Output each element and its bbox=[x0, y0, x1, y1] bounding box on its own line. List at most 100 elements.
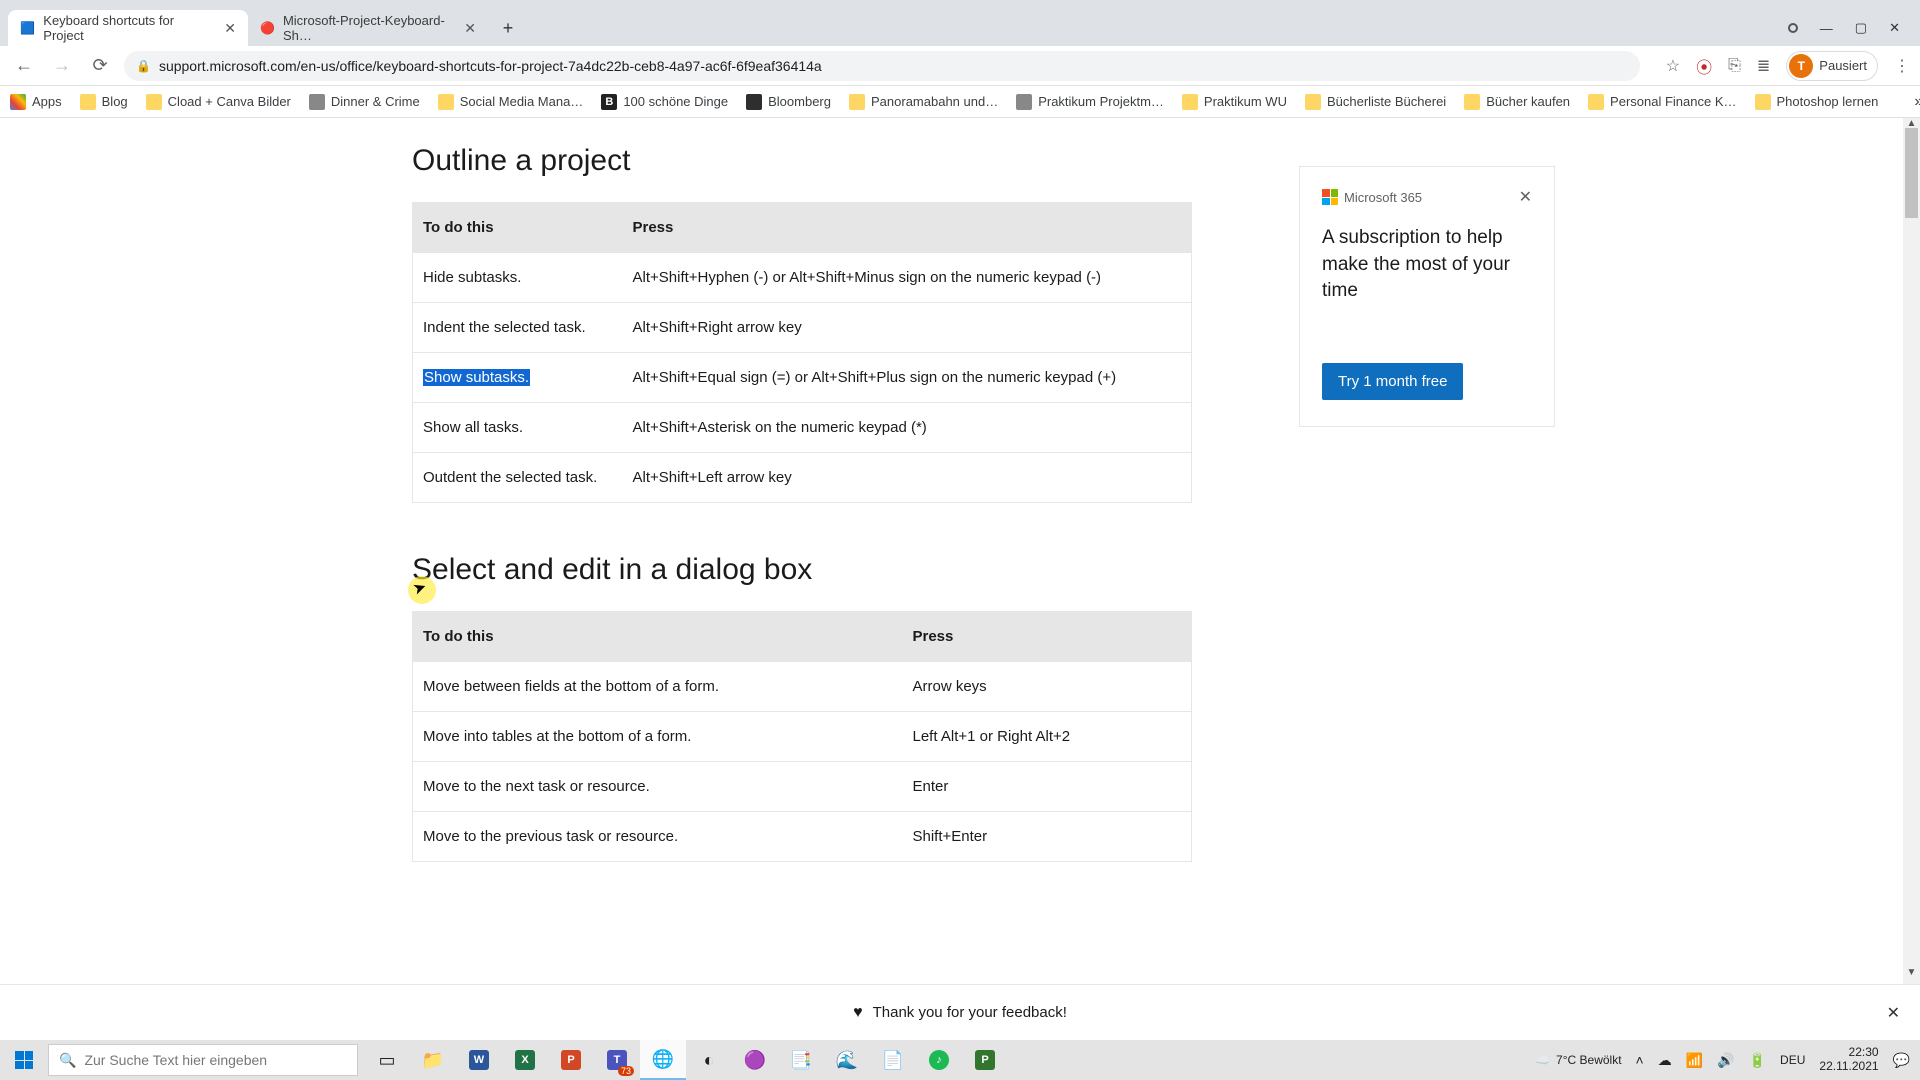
nav-back-button[interactable]: ← bbox=[10, 52, 38, 80]
bookmark-item[interactable]: Bücher kaufen bbox=[1464, 94, 1570, 110]
bookmark-item[interactable]: B100 schöne Dinge bbox=[601, 94, 728, 110]
bookmark-star-icon[interactable]: ☆ bbox=[1666, 56, 1680, 76]
bookmark-item[interactable]: Panoramabahn und… bbox=[849, 94, 998, 110]
bookmark-item[interactable]: Praktikum Projektm… bbox=[1016, 94, 1164, 110]
kebab-menu-icon[interactable]: ⋮ bbox=[1894, 56, 1910, 76]
bookmark-apps[interactable]: Apps bbox=[10, 94, 62, 110]
window-minimize-icon[interactable]: — bbox=[1820, 21, 1833, 36]
scroll-down-icon[interactable]: ▼ bbox=[1903, 967, 1920, 984]
battery-icon[interactable]: 🔋 bbox=[1749, 1052, 1766, 1069]
bookmark-item[interactable]: Blog bbox=[80, 94, 128, 110]
volume-icon[interactable]: 🔊 bbox=[1717, 1052, 1734, 1069]
scrollbar-thumb[interactable] bbox=[1905, 128, 1918, 218]
nav-forward-button[interactable]: → bbox=[48, 52, 76, 80]
extension-adblock-icon[interactable]: ⦿ bbox=[1696, 54, 1712, 78]
bookmarks-overflow-icon[interactable]: » bbox=[1914, 93, 1920, 111]
feedback-close-icon[interactable]: ✕ bbox=[1887, 1003, 1900, 1023]
promo-close-icon[interactable]: ✕ bbox=[1519, 187, 1532, 207]
bookmark-label: Cload + Canva Bilder bbox=[168, 94, 291, 109]
browser-tabstrip: 🟦 Keyboard shortcuts for Project ✕ 🔴 Mic… bbox=[0, 0, 1920, 46]
windows-logo-icon bbox=[15, 1051, 33, 1069]
new-tab-button[interactable]: + bbox=[494, 14, 522, 42]
clock-date: 22.11.2021 bbox=[1819, 1060, 1878, 1074]
browser-tab-active[interactable]: 🟦 Keyboard shortcuts for Project ✕ bbox=[8, 10, 248, 46]
bookmark-item[interactable]: Dinner & Crime bbox=[309, 94, 420, 110]
weather-text: 7°C Bewölkt bbox=[1556, 1053, 1622, 1067]
selected-text: Show subtasks. bbox=[423, 369, 530, 386]
network-icon[interactable]: 📶 bbox=[1686, 1052, 1703, 1069]
promo-logo: Microsoft 365 bbox=[1322, 189, 1422, 205]
bookmark-label: Bücherliste Bücherei bbox=[1327, 94, 1446, 109]
profile-status: Pausiert bbox=[1819, 58, 1867, 73]
table-cell-shortcut: Alt+Shift+Hyphen (-) or Alt+Shift+Minus … bbox=[623, 253, 1192, 303]
weather-widget[interactable]: ☁️7°C Bewölkt bbox=[1535, 1053, 1621, 1067]
window-maximize-icon[interactable]: ▢ bbox=[1855, 20, 1867, 36]
promo-cta-button[interactable]: Try 1 month free bbox=[1322, 363, 1463, 400]
table-cell-action: Move to the next task or resource. bbox=[413, 762, 903, 812]
bookmark-item[interactable]: Praktikum WU bbox=[1182, 94, 1287, 110]
notifications-icon[interactable]: 💬 bbox=[1893, 1052, 1910, 1069]
lock-icon: 🔒 bbox=[136, 59, 151, 73]
bookmark-item[interactable]: Cload + Canva Bilder bbox=[146, 94, 291, 110]
shortcuts-table-dialog: To do this Press Move between fields at … bbox=[412, 611, 1192, 862]
chrome-icon[interactable]: 🌐 bbox=[640, 1040, 686, 1080]
reading-list-icon[interactable]: ≣ bbox=[1757, 56, 1770, 76]
table-cell-shortcut: Alt+Shift+Asterisk on the numeric keypad… bbox=[623, 403, 1192, 453]
bookmark-label: Panoramabahn und… bbox=[871, 94, 998, 109]
table-row: Move between fields at the bottom of a f… bbox=[413, 662, 1192, 712]
promo-text: A subscription to help make the most of … bbox=[1322, 225, 1532, 305]
address-bar[interactable]: 🔒 support.microsoft.com/en-us/office/key… bbox=[124, 51, 1640, 81]
bookmark-label: Praktikum Projektm… bbox=[1038, 94, 1164, 109]
feedback-text: Thank you for your feedback! bbox=[873, 1004, 1067, 1021]
extension-icon[interactable]: ⎘ bbox=[1728, 57, 1741, 75]
onedrive-icon[interactable]: ☁ bbox=[1658, 1052, 1672, 1069]
start-button[interactable] bbox=[0, 1040, 48, 1080]
nav-reload-button[interactable]: ⟳ bbox=[86, 52, 114, 80]
vertical-scrollbar[interactable]: ▲ ▼ bbox=[1903, 118, 1920, 984]
apps-icon bbox=[10, 94, 26, 110]
file-explorer-icon[interactable]: 📁 bbox=[410, 1040, 456, 1080]
folder-icon bbox=[849, 94, 865, 110]
edge-icon[interactable]: 🌊 bbox=[824, 1040, 870, 1080]
app-icon[interactable]: 📑 bbox=[778, 1040, 824, 1080]
powerpoint-icon[interactable]: P bbox=[548, 1040, 594, 1080]
clock[interactable]: 22:30 22.11.2021 bbox=[1819, 1046, 1878, 1074]
tab-close-icon[interactable]: ✕ bbox=[464, 20, 476, 37]
language-indicator[interactable]: DEU bbox=[1780, 1053, 1805, 1067]
page-icon bbox=[1016, 94, 1032, 110]
bookmark-item[interactable]: Social Media Mana… bbox=[438, 94, 584, 110]
app-icon[interactable]: ◐ bbox=[686, 1040, 732, 1080]
table-row: Move into tables at the bottom of a form… bbox=[413, 712, 1192, 762]
excel-icon[interactable]: X bbox=[502, 1040, 548, 1080]
window-close-icon[interactable]: ✕ bbox=[1889, 20, 1900, 36]
folder-icon bbox=[80, 94, 96, 110]
tab-title: Keyboard shortcuts for Project bbox=[43, 13, 210, 43]
profile-chip[interactable]: T Pausiert bbox=[1786, 51, 1878, 81]
table-cell-shortcut: Enter bbox=[903, 762, 1192, 812]
bookmark-item[interactable]: Bloomberg bbox=[746, 94, 831, 110]
project-icon[interactable]: P bbox=[962, 1040, 1008, 1080]
profile-indicator-icon[interactable] bbox=[1788, 23, 1798, 33]
table-cell-action: Show all tasks. bbox=[413, 403, 623, 453]
spotify-icon[interactable]: ♪ bbox=[916, 1040, 962, 1080]
clock-time: 22:30 bbox=[1819, 1046, 1878, 1060]
table-cell-action: Show subtasks. bbox=[413, 353, 623, 403]
avatar: T bbox=[1789, 54, 1813, 78]
section-heading: Select and edit in a dialog box bbox=[412, 553, 1192, 587]
taskbar-search[interactable]: 🔍 Zur Suche Text hier eingeben bbox=[48, 1044, 358, 1076]
notepad-icon[interactable]: 📄 bbox=[870, 1040, 916, 1080]
bookmark-item[interactable]: Bücherliste Bücherei bbox=[1305, 94, 1446, 110]
tab-close-icon[interactable]: ✕ bbox=[224, 20, 236, 37]
bookmark-item[interactable]: Photoshop lernen bbox=[1755, 94, 1879, 110]
teams-badge: 73 bbox=[618, 1066, 634, 1076]
table-cell-shortcut: Left Alt+1 or Right Alt+2 bbox=[903, 712, 1192, 762]
tray-overflow-icon[interactable]: ˄ bbox=[1636, 1052, 1644, 1068]
bookmark-item[interactable]: Personal Finance K… bbox=[1588, 94, 1736, 110]
app-icon[interactable]: 🟣 bbox=[732, 1040, 778, 1080]
browser-tab[interactable]: 🔴 Microsoft-Project-Keyboard-Sh… ✕ bbox=[248, 10, 488, 46]
task-view-button[interactable]: ▭ bbox=[364, 1040, 410, 1080]
tab-favicon: 🟦 bbox=[20, 20, 35, 36]
window-controls: — ▢ ✕ bbox=[1788, 20, 1912, 36]
word-icon[interactable]: W bbox=[456, 1040, 502, 1080]
teams-icon[interactable]: T73 bbox=[594, 1040, 640, 1080]
